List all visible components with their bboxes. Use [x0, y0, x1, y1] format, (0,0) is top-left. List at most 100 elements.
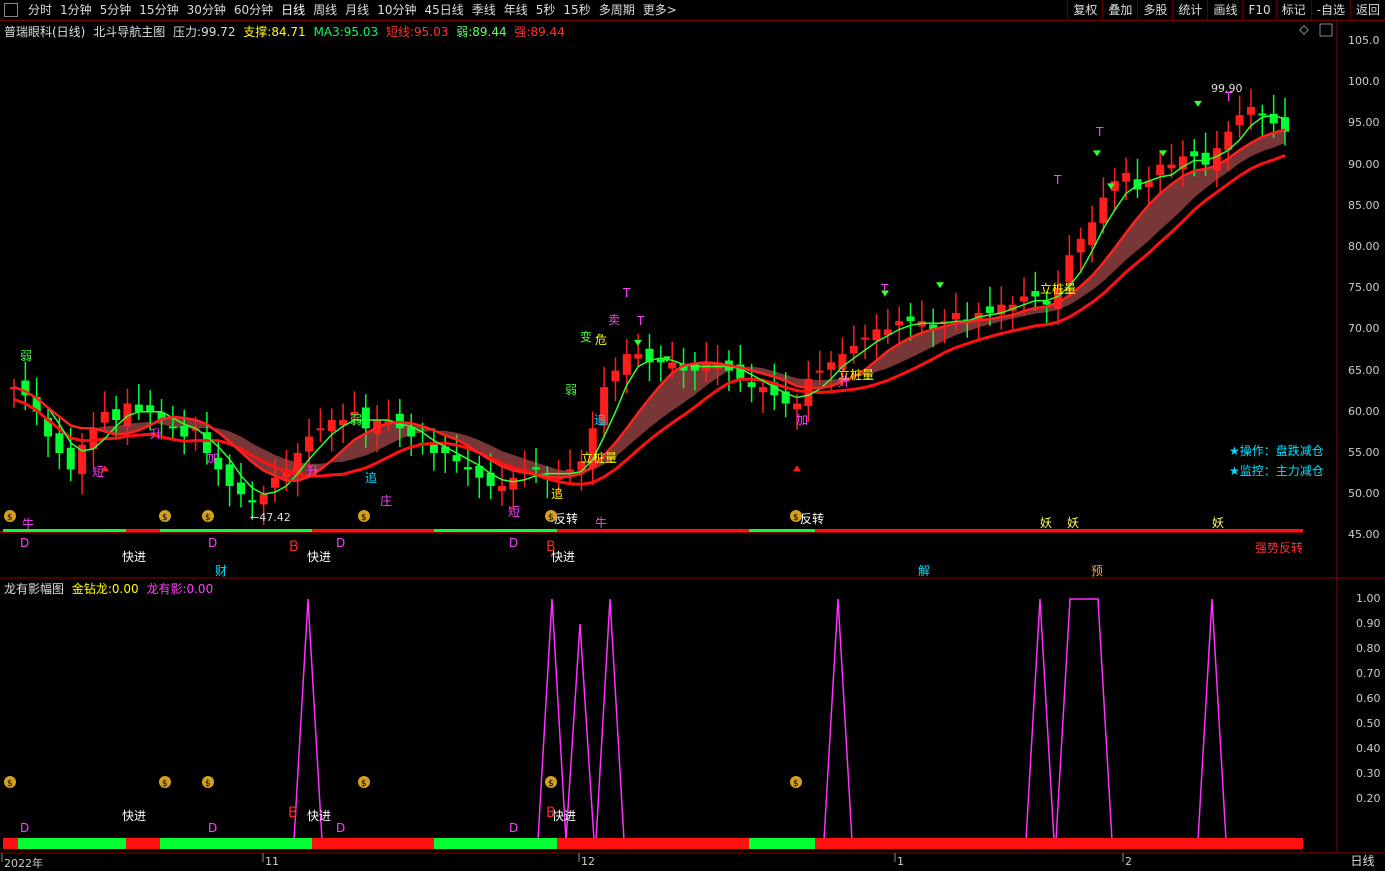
candle-body [1031, 291, 1040, 297]
signal-strip-segment [160, 838, 312, 849]
signal-label: 弱 [350, 413, 362, 427]
signal-label: 快进 [551, 550, 575, 564]
money-bag-icon: $ [205, 513, 211, 523]
candle-body [1076, 238, 1085, 253]
signal-label: 立桩量 [581, 450, 617, 465]
signal-label: 妖 [1067, 516, 1079, 530]
candle-body [827, 362, 836, 370]
panel-toggle-icon[interactable] [1319, 23, 1333, 37]
signal-label: 快进 [307, 550, 331, 564]
signal-label: 反转 [800, 511, 824, 526]
signal-label: T [622, 286, 631, 300]
price-axis-label: 95.00 [1348, 116, 1380, 130]
signal-label: 升 [150, 427, 162, 441]
price-axis-label: 60.00 [1348, 404, 1380, 418]
candle-body [248, 500, 257, 503]
candle-body [1167, 164, 1176, 169]
sub-axis-label: 1.00 [1356, 592, 1381, 605]
signal-label: 追 [594, 412, 606, 427]
candle-body [146, 405, 155, 412]
money-bag-icon: $ [361, 513, 367, 523]
money-bag-icon: $ [548, 513, 554, 523]
money-bag-icon: $ [793, 513, 799, 523]
dragon-shadow-spike [1197, 598, 1227, 841]
sub-signal-label: D [208, 821, 217, 835]
main-strip-segment [160, 529, 312, 532]
signal-label: 升 [838, 375, 850, 389]
signal-label: 妖 [1040, 516, 1052, 530]
candle-body [316, 428, 325, 431]
date-label: 2 [1125, 855, 1132, 868]
sub-signal-label: D [336, 821, 345, 835]
signal-label: 危 [595, 333, 607, 347]
signal-label: D [336, 536, 345, 550]
price-axis-label: 75.00 [1348, 281, 1380, 295]
candle-body [1122, 172, 1131, 182]
sub-signal-label: 快进 [307, 809, 331, 823]
candle-body [509, 477, 518, 490]
main-strip-segment [434, 529, 557, 532]
diamond-icon[interactable] [1299, 25, 1309, 35]
candle-body [1042, 300, 1051, 305]
candle-body [849, 345, 858, 354]
main-strip-segment [815, 529, 1303, 532]
strong-reversal-text: 强势反转 [1255, 541, 1304, 555]
candle-body [1258, 113, 1267, 116]
dragon-shadow-spike [595, 598, 625, 841]
signal-strip-segment [557, 838, 749, 849]
signal-label: 卖 [608, 313, 620, 327]
candle-body [225, 464, 234, 486]
signal-strip-segment [3, 838, 18, 849]
up-arrow-icon [793, 465, 801, 472]
signal-strip-segment [126, 838, 160, 849]
candle-body [236, 482, 245, 495]
money-bag-icon: $ [7, 513, 13, 523]
signal-label: B [289, 539, 299, 555]
candle-body [55, 433, 64, 453]
dragon-shadow-spike [293, 598, 323, 841]
down-arrow-icon [634, 339, 642, 346]
price-axis-label: 90.00 [1348, 157, 1380, 171]
sub-signal-label: B [546, 805, 556, 821]
main-strip-segment [557, 529, 749, 532]
candle-body [747, 382, 756, 388]
main-strip-segment [749, 529, 815, 532]
signal-label: 预 [1091, 564, 1103, 578]
money-bag-icon: $ [162, 513, 168, 523]
signal-label: 变 [580, 329, 592, 344]
sub-indicator-plot: 快进 快进 快进D D D DB B [20, 598, 1227, 841]
candle-body [872, 329, 881, 341]
price-axis-label: 55.00 [1348, 446, 1380, 459]
candle-body [168, 426, 177, 429]
signal-strip-segment [749, 838, 815, 849]
signal-label: 解 [918, 564, 930, 578]
kline-chart[interactable]: 弱短升加弱追庄升短变 危卖弱追追立桩量立桩量立桩量加升TTTTTT牛 牛反转 反转妖妖… [0, 0, 1385, 869]
period-tab-daily[interactable]: 日线 [1340, 853, 1385, 869]
signal-label: 牛 [22, 516, 34, 531]
candle-body [429, 444, 438, 453]
down-arrow-icon [1093, 150, 1101, 157]
signal-strip-segment [312, 838, 434, 849]
down-arrow-icon [936, 282, 944, 289]
candle-body [951, 312, 960, 320]
candle-body [1065, 255, 1074, 283]
signal-label: 追 [551, 486, 563, 501]
candle-body [100, 411, 109, 423]
down-arrow-icon [1194, 100, 1202, 107]
dragon-shadow-spike [1055, 598, 1113, 841]
price-axis-label: 100.0 [1348, 75, 1380, 89]
price-axis-label: 85.00 [1348, 198, 1380, 212]
price-axis-label: 50.00 [1348, 487, 1380, 501]
candle-body [1099, 197, 1108, 224]
dragon-shadow-spike [565, 623, 595, 841]
signal-label: 快进 [122, 550, 146, 564]
money-bag-icon: $ [548, 779, 554, 789]
candle-body [1246, 106, 1255, 115]
candle-body [758, 387, 767, 393]
signal-label: 立桩量 [1040, 281, 1076, 296]
candle-body [361, 407, 370, 429]
signal-strip [3, 529, 1303, 849]
signal-label: 财 [215, 564, 227, 578]
candle-body [793, 403, 802, 410]
main-strip-segment [3, 529, 126, 532]
